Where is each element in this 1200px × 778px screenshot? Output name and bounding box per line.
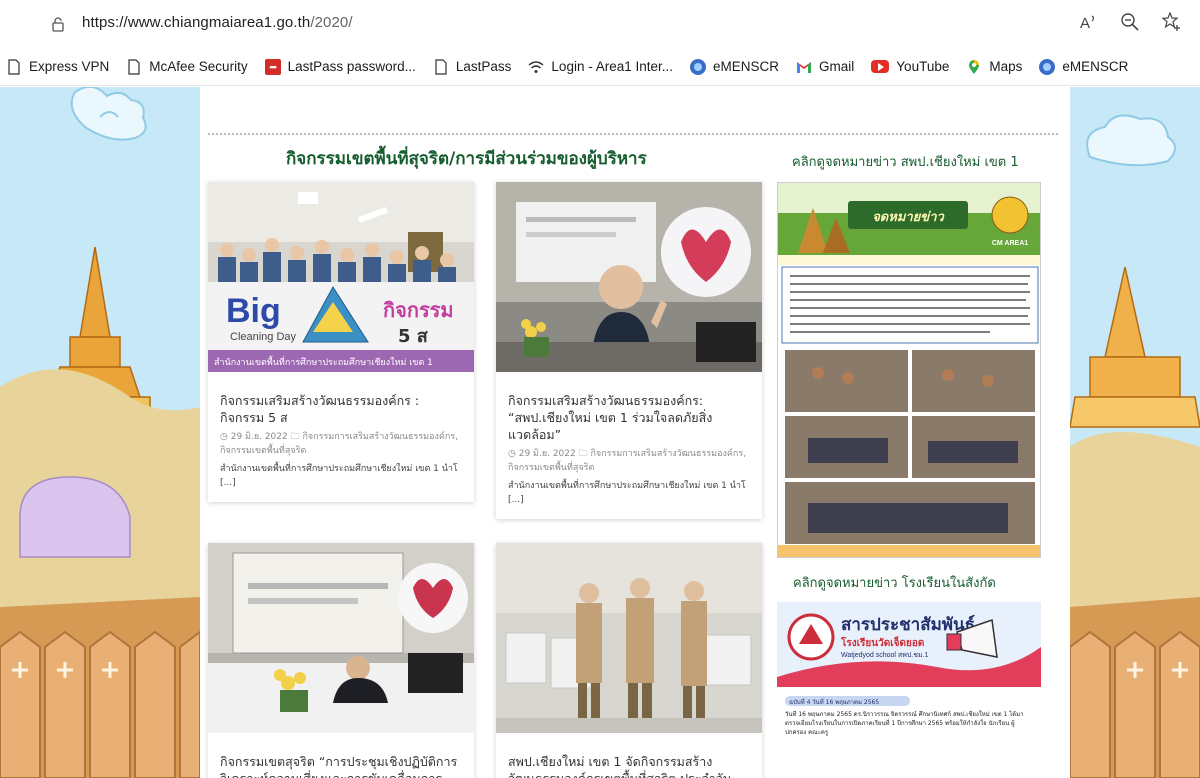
nl2-text: วันที่ 16 พฤษภาคม 2565 ดร.นิราวรรณ จิตรว… bbox=[785, 711, 1024, 736]
newsletter-district[interactable]: จดหมายข่าว CM AREA1 bbox=[777, 182, 1041, 558]
bookmarks-bar: Express VPN McAfee Security ••• LastPass… bbox=[0, 48, 1200, 86]
address-actions: A bbox=[1078, 12, 1182, 32]
right-background-illustration bbox=[1070, 87, 1200, 778]
card-excerpt: สำนักงานเขตพื้นที่การศึกษาประถมศึกษาเชีย… bbox=[508, 481, 746, 505]
card-1-photo: Big Cleaning Day กิจกรรม 5 ส สำนักงานเขต… bbox=[208, 182, 474, 372]
bookmark-mcafee[interactable]: McAfee Security bbox=[126, 58, 248, 75]
bookmark-label: Maps bbox=[989, 59, 1023, 74]
banner-num: 5 ส bbox=[398, 326, 429, 347]
newsletter-heading-1: คลิกดูจดหมายข่าว สพป.เชียงใหม่ เขต 1 bbox=[792, 155, 1019, 170]
bookmark-label: YouTube bbox=[896, 59, 950, 74]
news-card-4[interactable]: สพป.เชียงใหม่ เขต 1 จัดกิจกรรมสร้างวัฒนธ… bbox=[496, 543, 762, 778]
page-viewport: กิจกรรมเขตพื้นที่สุจริต/การมีส่วนร่วมของ… bbox=[0, 87, 1200, 778]
card-title[interactable]: กิจกรรมเสริมสร้างวัฒนธรรมองค์กร: “สพป.เช… bbox=[508, 392, 750, 443]
page-icon bbox=[435, 58, 447, 75]
newsletter-school-image: สารประชาสัมพันธ์ โรงเรียนวัดเจ็ดยอด Watj… bbox=[777, 602, 1041, 778]
banner-sub: Cleaning Day bbox=[230, 331, 297, 343]
zoom-out-icon[interactable] bbox=[1120, 12, 1140, 32]
bookmark-label: Login - Area1 Inter... bbox=[551, 59, 674, 74]
url-path: /2020/ bbox=[310, 14, 353, 31]
card-body: สพป.เชียงใหม่ เขต 1 จัดกิจกรรมสร้างวัฒนธ… bbox=[496, 737, 762, 778]
bookmark-lastpass-password[interactable]: ••• LastPass password... bbox=[264, 58, 416, 75]
gmail-icon bbox=[797, 61, 812, 73]
news-card-1[interactable]: Big Cleaning Day กิจกรรม 5 ส สำนักงานเขต… bbox=[208, 182, 474, 502]
news-card-3[interactable]: กิจกรรมเขตสุจริต “การประชุมเชิงปฏิบัติกา… bbox=[208, 543, 474, 778]
bookmark-emenscr-2[interactable]: eMENSCR bbox=[1039, 58, 1129, 75]
globe-icon bbox=[1039, 58, 1056, 75]
nl2-school-en: Watjedyod school สพป.ชม.1 bbox=[841, 652, 929, 659]
bookmark-label: Gmail bbox=[819, 59, 855, 74]
url-text[interactable]: https://www.chiangmaiarea1.go.th/2020/ bbox=[82, 14, 353, 31]
card-title[interactable]: สพป.เชียงใหม่ เขต 1 จัดกิจกรรมสร้างวัฒนธ… bbox=[508, 753, 750, 778]
nl2-issue: ฉบับที่ 4 วันที่ 16 พฤษภาคม 2565 bbox=[789, 698, 879, 706]
news-card-2[interactable]: กิจกรรมเสริมสร้างวัฒนธรรมองค์กร: “สพป.เช… bbox=[496, 182, 762, 519]
nl1-header: จดหมายข่าว bbox=[872, 210, 945, 225]
address-bar[interactable]: https://www.chiangmaiarea1.go.th/2020/ A bbox=[0, 0, 1200, 48]
newsletter-school[interactable]: สารประชาสัมพันธ์ โรงเรียนวัดเจ็ดยอด Watj… bbox=[777, 602, 1041, 778]
left-background-illustration bbox=[0, 87, 200, 778]
info-lock-icon[interactable] bbox=[50, 16, 66, 32]
bookmark-emenscr[interactable]: eMENSCR bbox=[690, 58, 780, 75]
card-meta: ◷ 29 มิ.ย. 2022 🗀 กิจกรรมการเสริมสร้างวั… bbox=[508, 449, 747, 473]
banner-big: Big bbox=[226, 292, 281, 330]
bookmark-label: LastPass bbox=[455, 59, 512, 74]
bookmark-youtube[interactable]: YouTube bbox=[871, 59, 949, 74]
bookmark-label: McAfee Security bbox=[149, 59, 248, 74]
favorite-add-icon[interactable] bbox=[1162, 12, 1182, 32]
bookmark-maps[interactable]: Maps bbox=[966, 59, 1022, 75]
youtube-icon bbox=[871, 60, 890, 73]
url-host: https://www.chiangmaiarea1.go.th bbox=[82, 14, 311, 31]
bookmark-label: eMENSCR bbox=[713, 59, 780, 74]
card-body: กิจกรรมเสริมสร้างวัฒนธรรมองค์กร: “สพป.เช… bbox=[496, 376, 762, 519]
dotted-divider bbox=[208, 133, 1058, 135]
card-body: กิจกรรมเสริมสร้างวัฒนธรรมองค์กร : กิจกรร… bbox=[208, 376, 474, 502]
bookmark-label: LastPass password... bbox=[287, 59, 416, 74]
read-aloud-icon[interactable]: A bbox=[1078, 12, 1098, 32]
bookmark-gmail[interactable]: Gmail bbox=[796, 59, 854, 75]
bookmark-label: eMENSCR bbox=[1062, 59, 1129, 74]
card-excerpt: สำนักงานเขตพื้นที่การศึกษาประถมศึกษาเชีย… bbox=[220, 464, 458, 488]
banner-right: กิจกรรม bbox=[383, 298, 454, 322]
nl1-badge: CM AREA1 bbox=[992, 240, 1028, 247]
card-title[interactable]: กิจกรรมเขตสุจริต “การประชุมเชิงปฏิบัติกา… bbox=[220, 753, 462, 778]
globe-icon bbox=[690, 58, 707, 75]
bookmark-label: Express VPN bbox=[29, 59, 110, 74]
nl2-school: โรงเรียนวัดเจ็ดยอด bbox=[840, 635, 924, 649]
content-column: กิจกรรมเขตพื้นที่สุจริต/การมีส่วนร่วมของ… bbox=[200, 87, 1070, 778]
bookmark-express-vpn[interactable]: Express VPN bbox=[6, 58, 110, 75]
read-aloud-glyph: A bbox=[1080, 15, 1090, 32]
card-2-photo bbox=[496, 182, 762, 372]
maps-icon bbox=[969, 59, 980, 74]
nl2-title: สารประชาสัมพันธ์ bbox=[841, 614, 975, 635]
section-title: กิจกรรมเขตพื้นที่สุจริต/การมีส่วนร่วมของ… bbox=[286, 149, 647, 169]
card-4-photo bbox=[496, 543, 762, 733]
card-body: กิจกรรมเขตสุจริต “การประชุมเชิงปฏิบัติกา… bbox=[208, 737, 474, 778]
card-title[interactable]: กิจกรรมเสริมสร้างวัฒนธรรมองค์กร : กิจกรร… bbox=[220, 392, 462, 426]
newsletter-heading-2: คลิกดูจดหมายข่าว โรงเรียนในสังกัด bbox=[793, 576, 996, 591]
card-3-photo bbox=[208, 543, 474, 733]
page-icon bbox=[8, 58, 20, 75]
card-meta: ◷ 29 มิ.ย. 2022 🗀 กิจกรรมการเสริมสร้างวั… bbox=[220, 432, 459, 456]
bookmark-lastpass[interactable]: LastPass bbox=[433, 58, 512, 75]
page-icon bbox=[128, 58, 140, 75]
lastpass-icon: ••• bbox=[264, 58, 281, 75]
wifi-icon bbox=[528, 60, 544, 73]
bookmark-login-area1[interactable]: Login - Area1 Inter... bbox=[528, 59, 673, 75]
newsletter-district-image: จดหมายข่าว CM AREA1 bbox=[778, 183, 1040, 557]
